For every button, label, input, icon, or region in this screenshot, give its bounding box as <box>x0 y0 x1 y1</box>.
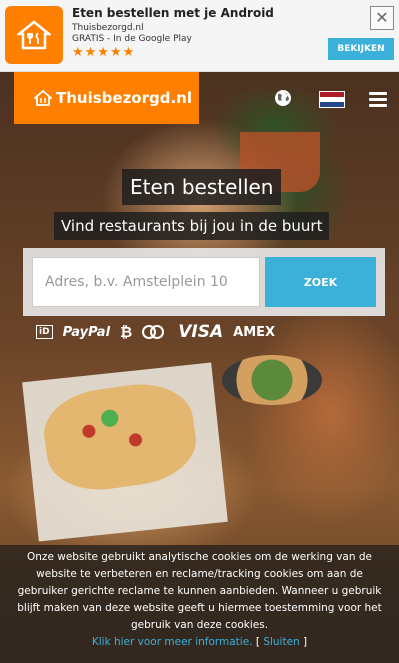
globe-icon[interactable] <box>274 89 292 107</box>
nl-flag-icon[interactable] <box>319 91 345 108</box>
address-search-panel: ZOEK <box>23 248 385 316</box>
logo-text: Thuisbezorgd.nl <box>56 89 192 107</box>
flag-stripe-blue <box>320 102 344 107</box>
app-install-banner: Eten bestellen met je Android Thuisbezor… <box>0 0 399 72</box>
close-cookie-link[interactable]: Sluiten <box>263 636 299 648</box>
mastercard-logo <box>142 325 165 339</box>
hero-subtitle: Vind restaurants bij jou in de buurt <box>61 217 323 235</box>
app-banner-title: Eten bestellen met je Android <box>72 6 274 20</box>
visa-logo: VISA <box>178 322 224 342</box>
view-app-button[interactable]: BEKIJKEN <box>328 38 394 60</box>
cookie-links: Klik hier voor meer informatie. [ Sluite… <box>10 634 389 651</box>
app-icon[interactable] <box>5 6 63 64</box>
hero-title-box: Eten bestellen <box>122 169 282 205</box>
bitcoin-logo: ₿ <box>120 323 133 341</box>
amex-logo: AMEX <box>233 324 276 340</box>
app-store-info: GRATIS - In de Google Play <box>72 34 192 44</box>
hamburger-menu-icon[interactable] <box>369 92 387 107</box>
ideal-logo: iD <box>36 325 53 339</box>
address-search-input[interactable] <box>32 257 260 307</box>
hero-subtitle-box: Vind restaurants bij jou in de buurt <box>54 212 330 240</box>
house-fork-icon <box>34 90 52 106</box>
paypal-logo: PayPal <box>62 324 111 340</box>
search-button[interactable]: ZOEK <box>265 257 376 307</box>
more-info-link[interactable]: Klik hier voor meer informatie. <box>92 636 253 648</box>
hero-section: Thuisbezorgd.nl Eten bestellen Vind rest… <box>0 72 399 663</box>
rating-stars: ★★★★★ <box>72 45 136 60</box>
cookie-notice: Onze website gebruikt analytische cookie… <box>0 545 399 663</box>
bracket-open: [ <box>255 636 260 648</box>
hero-title: Eten bestellen <box>130 175 274 199</box>
cookie-notice-text: Onze website gebruikt analytische cookie… <box>17 551 382 631</box>
payment-methods: iD PayPal ₿ VISA AMEX <box>36 322 285 342</box>
bracket-close: ] <box>303 636 308 648</box>
app-developer: Thuisbezorgd.nl <box>72 23 144 33</box>
hero-salad-plate <box>222 355 322 405</box>
fork-knife-icon <box>17 20 51 50</box>
banner-close-button[interactable]: ✕ <box>370 6 394 30</box>
site-logo[interactable]: Thuisbezorgd.nl <box>14 72 199 124</box>
